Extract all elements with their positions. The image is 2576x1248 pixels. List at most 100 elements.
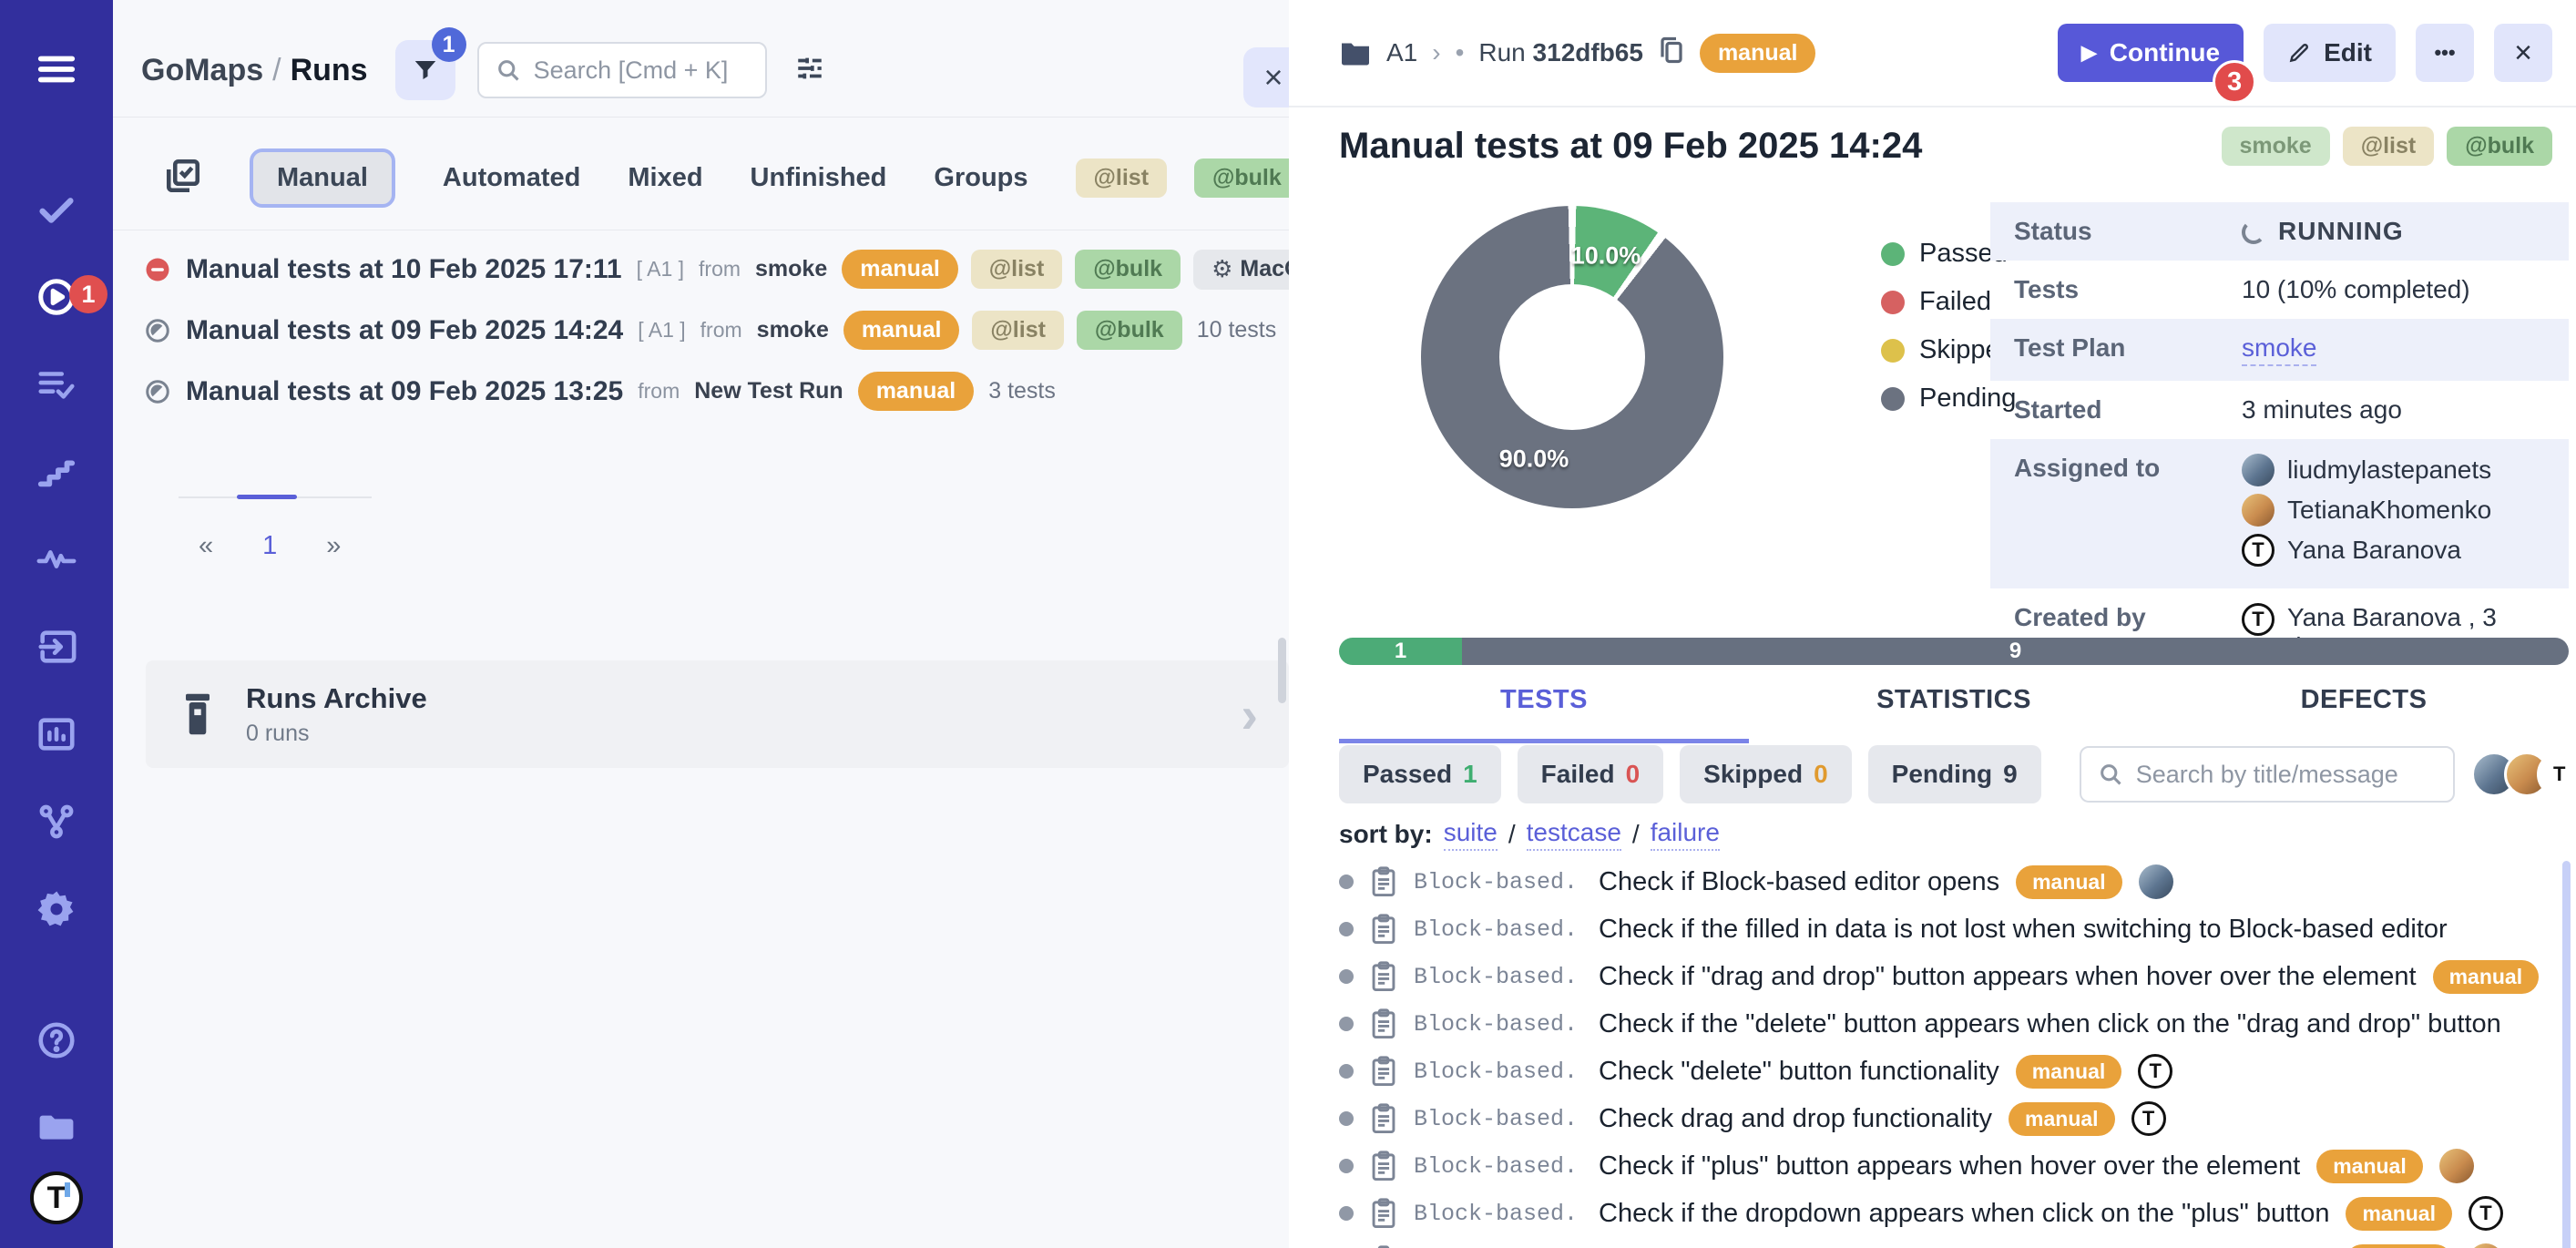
test-title[interactable]: Check drag and drop functionality <box>1599 1104 1992 1134</box>
help-icon[interactable] <box>0 997 113 1084</box>
test-list-item[interactable]: Block-based... Check if "drag and drop" … <box>1339 953 2563 1000</box>
test-suite-name[interactable]: Block-based... <box>1414 916 1582 943</box>
check-icon[interactable] <box>0 166 113 253</box>
test-title[interactable]: Check "delete" button functionality <box>1599 1057 1999 1087</box>
bar-chart-icon[interactable] <box>0 690 113 778</box>
gear-icon[interactable] <box>0 865 113 953</box>
run-title: Manual tests at 10 Feb 2025 17:11 <box>186 254 622 285</box>
test-title[interactable]: Check if the dropdown appears when click… <box>1599 1199 2329 1229</box>
more-actions-button[interactable]: ••• <box>2416 24 2474 82</box>
test-suite-name[interactable]: Block-based... <box>1414 1201 1582 1227</box>
chevron-right-icon: › <box>1241 685 1258 744</box>
divider <box>113 117 1289 118</box>
menu-icon[interactable] <box>0 26 113 113</box>
detail-tab[interactable]: TESTS <box>1339 685 1749 743</box>
test-suite-name[interactable]: Block-based... <box>1414 964 1582 990</box>
detail-tab[interactable]: DEFECTS <box>2159 685 2569 743</box>
sort-by-testcase[interactable]: testcase <box>1527 818 1621 851</box>
right-scrollbar-thumb[interactable] <box>2562 861 2571 1248</box>
runs-tag-tab[interactable]: @bulk <box>1194 159 1300 198</box>
folder-icon[interactable] <box>0 1084 113 1171</box>
run-tag: smoke <box>2222 127 2330 166</box>
run-suite-tag: [ A1 ] <box>637 257 684 281</box>
assignee-avatar-stack[interactable] <box>2484 752 2576 797</box>
app-window: 1 T <box>0 0 2576 1248</box>
test-list-item[interactable]: Block-based... Check "delete" button fun… <box>1339 1048 2563 1095</box>
breadcrumb-project[interactable]: GoMaps <box>141 53 263 87</box>
donut-passed-label: 10.0% <box>1571 242 1641 271</box>
copy-icon[interactable] <box>1658 34 1685 73</box>
test-list-item[interactable]: Block-based... Check if "plus" button ap… <box>1339 1142 2563 1190</box>
run-detail-panel: A1 › • Run 312dfb65 manual ▶ Continue 3 … <box>1289 0 2576 1248</box>
pencil-icon <box>2287 41 2311 65</box>
run-list-item[interactable]: Manual tests at 09 Feb 2025 14:24 [ A1 ]… <box>113 300 1289 361</box>
run-title: Manual tests at 09 Feb 2025 13:25 <box>186 376 623 407</box>
steps-icon[interactable] <box>0 428 113 516</box>
test-title[interactable]: Check if "drag and drop" button appears … <box>1599 962 2417 992</box>
close-detail-button[interactable]: × <box>2494 24 2552 82</box>
test-list-item[interactable]: Block-based... Check if Block-based edit… <box>1339 858 2563 905</box>
test-suite-name[interactable]: Block-based... <box>1414 1011 1582 1038</box>
test-list-item[interactable]: Block-based... Check if the dropdown app… <box>1339 1190 2563 1237</box>
runs-tab[interactable]: Manual <box>250 148 395 208</box>
run-list-item[interactable]: Manual tests at 09 Feb 2025 13:25 from N… <box>113 361 1289 422</box>
test-title[interactable]: Check if Block-based editor opens <box>1599 867 1999 897</box>
assignee[interactable]: Yana Baranova <box>2242 534 2491 567</box>
test-type-badge: manual <box>2016 1055 2122 1089</box>
display-settings-button[interactable] <box>794 53 825 88</box>
result-filter-button[interactable]: Failed 0 <box>1518 745 1664 803</box>
test-list-item[interactable]: Block-based... Check drag and drop funct… <box>1339 1095 2563 1142</box>
breadcrumb-folder[interactable]: A1 <box>1386 38 1417 67</box>
sort-by-suite[interactable]: suite <box>1444 818 1498 851</box>
filter-count-badge: 1 <box>432 27 466 62</box>
runs-tab[interactable]: Groups <box>934 163 1027 193</box>
run-badge: @bulk <box>1075 250 1181 289</box>
run-list-item[interactable]: Manual tests at 10 Feb 2025 17:11 [ A1 ]… <box>113 239 1289 300</box>
run-badge: manual <box>843 311 960 350</box>
pagination-prev[interactable]: « <box>199 531 213 561</box>
runs-header: GoMaps/Runs 1 <box>113 40 1289 100</box>
list-check-icon[interactable] <box>0 341 113 428</box>
test-title[interactable]: Check if the filled in data is not lost … <box>1599 915 2448 945</box>
continue-button[interactable]: ▶ Continue 3 <box>2058 24 2244 82</box>
assignee[interactable]: TetianaKhomenko <box>2242 494 2491 527</box>
select-all-icon[interactable] <box>164 157 202 199</box>
tests-search-input[interactable] <box>2136 761 2437 789</box>
runs-tab[interactable]: Mixed <box>628 163 702 193</box>
avatar <box>2242 454 2274 486</box>
left-scrollbar-thumb[interactable] <box>1278 638 1286 703</box>
runs-tag-tab[interactable]: @list <box>1076 159 1168 198</box>
runs-search-input[interactable] <box>534 56 749 85</box>
test-title[interactable]: Check if the "delete" button appears whe… <box>1599 1009 2501 1039</box>
detail-tab[interactable]: STATISTICS <box>1749 685 2159 743</box>
pagination-page-1[interactable]: 1 <box>262 531 277 561</box>
runs-tab[interactable]: Unfinished <box>751 163 887 193</box>
edit-button[interactable]: Edit <box>2264 24 2396 82</box>
run-detail-tags: smoke@list@bulk <box>2222 127 2553 166</box>
result-filter-button[interactable]: Passed 1 <box>1339 745 1501 803</box>
branch-icon[interactable] <box>0 778 113 865</box>
result-filter-button[interactable]: Skipped 0 <box>1680 745 1852 803</box>
user-avatar-logo[interactable]: T <box>30 1171 83 1224</box>
avatar <box>2242 603 2274 636</box>
assignee[interactable]: liudmylastepanets <box>2242 454 2491 486</box>
filter-button[interactable]: 1 <box>395 40 455 100</box>
test-suite-name[interactable]: Block-based... <box>1414 869 1582 895</box>
runs-archive-card[interactable]: Runs Archive 0 runs › <box>146 660 1289 768</box>
pagination-next[interactable]: » <box>326 531 341 561</box>
sort-by-failure[interactable]: failure <box>1651 818 1720 851</box>
test-suite-name[interactable]: Block-based... <box>1414 1106 1582 1132</box>
runs-play-circle-icon[interactable]: 1 <box>0 253 113 341</box>
test-list-item[interactable]: Block-based... Check if the dropdown app… <box>1339 1237 2563 1248</box>
test-list-item[interactable]: Block-based... Check if the filled in da… <box>1339 905 2563 953</box>
test-title[interactable]: Check if "plus" button appears when hove… <box>1599 1151 2300 1182</box>
test-plan-link[interactable]: smoke <box>2242 333 2316 366</box>
test-suite-name[interactable]: Block-based... <box>1414 1059 1582 1085</box>
legend-dot <box>1881 387 1905 411</box>
result-filter-button[interactable]: Pending 9 <box>1868 745 2041 803</box>
test-suite-name[interactable]: Block-based... <box>1414 1153 1582 1180</box>
sign-in-icon[interactable] <box>0 603 113 690</box>
pulse-icon[interactable] <box>0 516 113 603</box>
runs-tab[interactable]: Automated <box>443 163 580 193</box>
test-list-item[interactable]: Block-based... Check if the "delete" but… <box>1339 1000 2563 1048</box>
